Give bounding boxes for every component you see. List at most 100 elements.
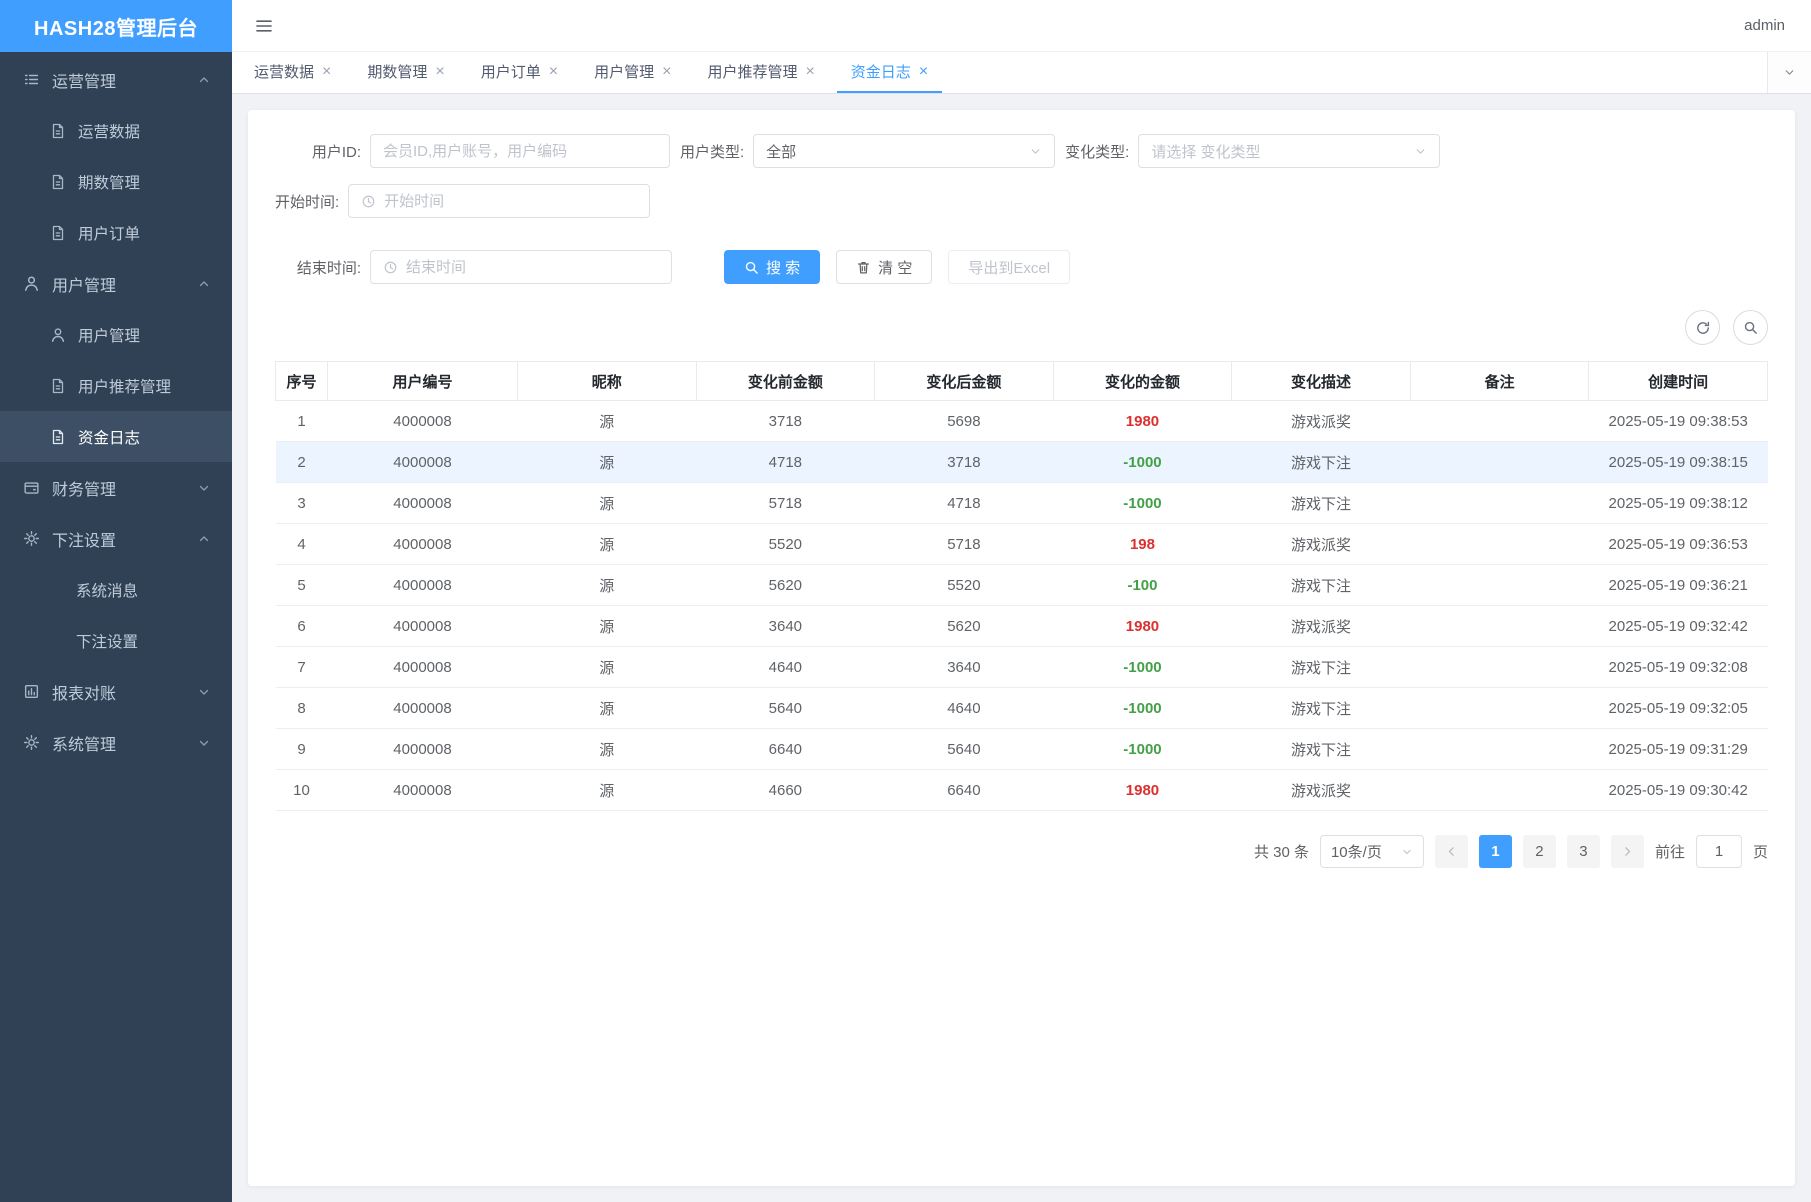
cell: 4000008 bbox=[328, 483, 518, 524]
cell: 游戏下注 bbox=[1232, 442, 1411, 483]
close-icon[interactable]: × bbox=[322, 64, 331, 80]
cell bbox=[1410, 688, 1589, 729]
cell: 游戏下注 bbox=[1232, 483, 1411, 524]
goto-label: 前往 bbox=[1655, 841, 1685, 862]
cell: 4 bbox=[276, 524, 328, 565]
menu-label: 财务管理 bbox=[52, 476, 116, 500]
table-row: 7 4000008 源 4640 3640 -1000 游戏下注 2025-05… bbox=[276, 647, 1768, 688]
cell: 10 bbox=[276, 770, 328, 811]
close-icon[interactable]: × bbox=[549, 64, 558, 80]
sidebar-item-bet-settings[interactable]: 下注设置 bbox=[0, 615, 232, 666]
user-type-filter: 用户类型: 全部 bbox=[680, 134, 1055, 168]
tab-period-mgmt[interactable]: 期数管理 × bbox=[353, 52, 458, 93]
sidebar-item-user-referral-mgmt[interactable]: 用户推荐管理 bbox=[0, 360, 232, 411]
export-excel-button[interactable]: 导出到Excel bbox=[948, 250, 1070, 284]
cell bbox=[1410, 565, 1589, 606]
cell: 4000008 bbox=[328, 401, 518, 442]
menu-label: 报表对账 bbox=[52, 680, 116, 704]
cell: 4000008 bbox=[328, 729, 518, 770]
page-button[interactable]: 1 bbox=[1479, 835, 1512, 868]
prev-page-button[interactable] bbox=[1435, 835, 1468, 868]
sidebar-item-funds-log[interactable]: 资金日志 bbox=[0, 411, 232, 462]
cell: 源 bbox=[518, 606, 697, 647]
tab-overflow-button[interactable] bbox=[1767, 52, 1811, 93]
select-placeholder: 请选择 变化类型 bbox=[1151, 141, 1260, 162]
cell: 源 bbox=[518, 688, 697, 729]
page-button[interactable]: 2 bbox=[1523, 835, 1556, 868]
cell-change: -1000 bbox=[1053, 729, 1232, 770]
chevron-down-icon bbox=[1414, 145, 1427, 158]
cell bbox=[1410, 483, 1589, 524]
goto-page-input[interactable] bbox=[1696, 835, 1742, 868]
menu-label: 运营管理 bbox=[52, 68, 116, 92]
cell: 源 bbox=[518, 565, 697, 606]
cell: 5698 bbox=[875, 401, 1054, 442]
sidebar-item-user-mgmt[interactable]: 用户管理 bbox=[0, 309, 232, 360]
refresh-button[interactable] bbox=[1685, 310, 1720, 345]
tab-user-referral-mgmt[interactable]: 用户推荐管理 × bbox=[693, 52, 828, 93]
close-icon[interactable]: × bbox=[662, 64, 671, 80]
next-page-button[interactable] bbox=[1611, 835, 1644, 868]
cell: 游戏派奖 bbox=[1232, 770, 1411, 811]
sidebar-item-user-orders[interactable]: 用户订单 bbox=[0, 207, 232, 258]
tab-label: 用户订单 bbox=[481, 61, 541, 82]
end-time-input[interactable] bbox=[406, 259, 659, 276]
sidebar-toggle-button[interactable] bbox=[248, 10, 280, 42]
cell: 4000008 bbox=[328, 647, 518, 688]
cell: 4640 bbox=[875, 688, 1054, 729]
close-icon[interactable]: × bbox=[919, 64, 928, 80]
tab-operation-data[interactable]: 运营数据 × bbox=[240, 52, 345, 93]
menu-label: 期数管理 bbox=[78, 171, 140, 193]
search-button[interactable]: 搜 索 bbox=[724, 250, 820, 284]
cell: 游戏派奖 bbox=[1232, 401, 1411, 442]
username[interactable]: admin bbox=[1744, 17, 1785, 34]
tab-user-mgmt[interactable]: 用户管理 × bbox=[580, 52, 685, 93]
sidebar-group-report-reconciliation[interactable]: 报表对账 bbox=[0, 666, 232, 717]
start-time-input[interactable] bbox=[384, 193, 637, 210]
cell: 4000008 bbox=[328, 770, 518, 811]
user-type-select[interactable]: 全部 bbox=[753, 134, 1055, 168]
sidebar-group-user-mgmt[interactable]: 用户管理 bbox=[0, 258, 232, 309]
column-header: 变化描述 bbox=[1232, 362, 1411, 401]
search-icon bbox=[744, 260, 759, 275]
column-header: 变化的金额 bbox=[1053, 362, 1232, 401]
chevron-up-icon bbox=[198, 74, 210, 86]
close-icon[interactable]: × bbox=[805, 64, 814, 80]
cell: 2025-05-19 09:31:29 bbox=[1589, 729, 1768, 770]
column-header: 序号 bbox=[276, 362, 328, 401]
cell: 8 bbox=[276, 688, 328, 729]
cell: 2025-05-19 09:32:08 bbox=[1589, 647, 1768, 688]
page-size-select[interactable]: 10条/页 bbox=[1320, 835, 1424, 868]
cell-change: 1980 bbox=[1053, 401, 1232, 442]
tab-funds-log[interactable]: 资金日志 × bbox=[837, 52, 942, 93]
clear-button[interactable]: 清 空 bbox=[836, 250, 932, 284]
cell: 4000008 bbox=[328, 442, 518, 483]
start-time-label: 开始时间: bbox=[275, 191, 339, 212]
sidebar-item-period-mgmt[interactable]: 期数管理 bbox=[0, 156, 232, 207]
cell: 3640 bbox=[875, 647, 1054, 688]
column-header: 备注 bbox=[1410, 362, 1589, 401]
document-icon bbox=[48, 225, 67, 241]
sidebar-group-finance-mgmt[interactable]: 财务管理 bbox=[0, 462, 232, 513]
menu-label: 用户订单 bbox=[78, 222, 140, 244]
funds-log-table: 序号 用户编号 昵称 变化前金额 变化后金额 变化的金额 变化描述 备注 创建时… bbox=[275, 361, 1768, 811]
user-id-input[interactable] bbox=[383, 143, 657, 160]
change-type-select[interactable]: 请选择 变化类型 bbox=[1138, 134, 1440, 168]
page-button[interactable]: 3 bbox=[1567, 835, 1600, 868]
sidebar-item-system-messages[interactable]: 系统消息 bbox=[0, 564, 232, 615]
sidebar-group-bet-settings[interactable]: 下注设置 bbox=[0, 513, 232, 564]
user-id-filter: 用户ID: bbox=[275, 134, 670, 168]
table-row: 3 4000008 源 5718 4718 -1000 游戏下注 2025-05… bbox=[276, 483, 1768, 524]
tab-user-orders[interactable]: 用户订单 × bbox=[467, 52, 572, 93]
cell bbox=[1410, 442, 1589, 483]
cell: 源 bbox=[518, 770, 697, 811]
main-content: 用户ID: 用户类型: 全部 变化类型: bbox=[232, 94, 1811, 1202]
sidebar-group-system-mgmt[interactable]: 系统管理 bbox=[0, 717, 232, 768]
sidebar-item-operation-data[interactable]: 运营数据 bbox=[0, 105, 232, 156]
document-icon bbox=[48, 123, 67, 139]
close-icon[interactable]: × bbox=[435, 64, 444, 80]
sidebar-group-operation-mgmt[interactable]: 运营管理 bbox=[0, 54, 232, 105]
cell: 5718 bbox=[696, 483, 875, 524]
start-time-filter: 开始时间: bbox=[275, 184, 650, 218]
search-toggle-button[interactable] bbox=[1733, 310, 1768, 345]
